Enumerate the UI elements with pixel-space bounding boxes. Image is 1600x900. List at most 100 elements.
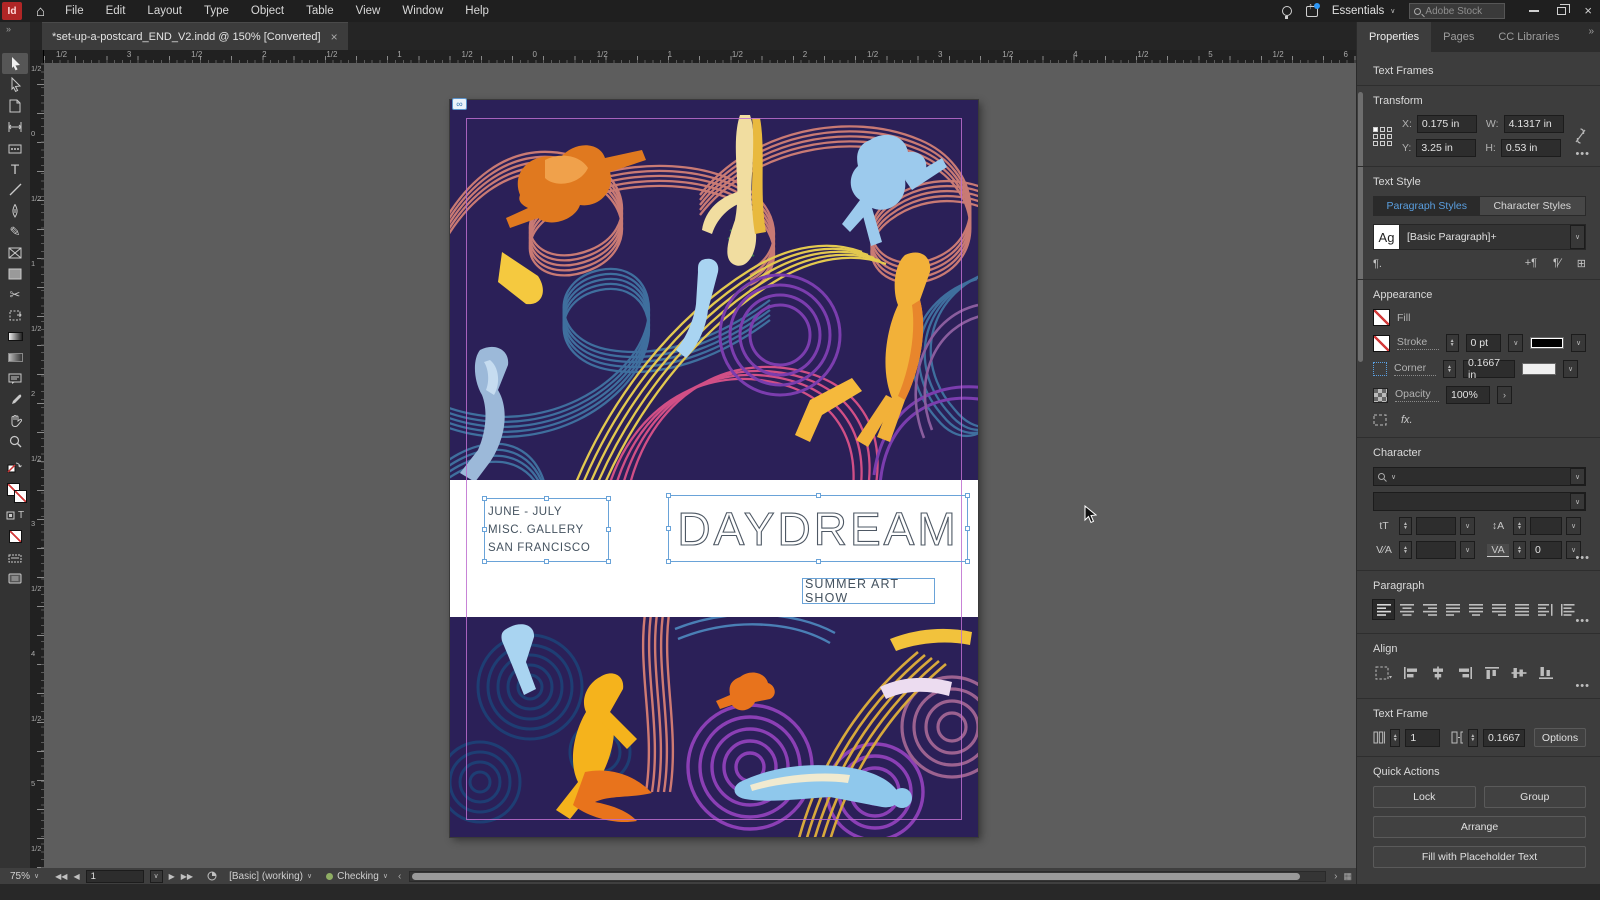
redefine-style-icon[interactable]: +¶ xyxy=(1525,257,1537,270)
frame-handle[interactable] xyxy=(544,496,549,501)
learn-bulb-icon[interactable] xyxy=(1281,6,1292,19)
transform-more-options[interactable]: ••• xyxy=(1575,148,1590,160)
menu-edit[interactable]: Edit xyxy=(106,5,126,17)
align-left-edges-button[interactable] xyxy=(1400,663,1421,682)
free-transform-tool[interactable] xyxy=(2,305,28,326)
menu-file[interactable]: File xyxy=(65,5,84,17)
frame-tool[interactable] xyxy=(2,242,28,263)
zoom-level-select[interactable]: 75% ∨ xyxy=(10,871,39,882)
stroke-type-swatch[interactable] xyxy=(1530,337,1565,349)
kerning-dropdown[interactable]: ∨ xyxy=(1460,541,1475,559)
align-horizontal-centers-button[interactable] xyxy=(1427,663,1448,682)
edit-style-icon[interactable]: ¶∕ xyxy=(1553,257,1561,270)
pen-tool[interactable] xyxy=(2,200,28,221)
reference-point-grid[interactable] xyxy=(1373,126,1392,146)
align-right-edges-button[interactable] xyxy=(1454,663,1475,682)
menu-help[interactable]: Help xyxy=(465,5,489,17)
screen-mode-icon[interactable] xyxy=(2,568,28,589)
corner-shape-dropdown[interactable]: ∨ xyxy=(1563,360,1578,378)
opacity-label[interactable]: Opacity xyxy=(1395,388,1439,402)
character-more-options[interactable]: ••• xyxy=(1575,552,1590,564)
tab-cc-libraries[interactable]: CC Libraries xyxy=(1486,22,1571,52)
align-towards-spine-button[interactable] xyxy=(1534,600,1555,619)
line-tool[interactable] xyxy=(2,179,28,200)
hand-tool[interactable] xyxy=(2,410,28,431)
fill-color-swatch[interactable] xyxy=(1373,309,1390,326)
frame-handle[interactable] xyxy=(965,559,970,564)
justify-all-button[interactable] xyxy=(1511,600,1532,619)
pencil-tool[interactable]: ✎ xyxy=(2,221,28,242)
frame-handle[interactable] xyxy=(816,559,821,564)
menu-type[interactable]: Type xyxy=(204,5,229,17)
font-family-dropdown[interactable]: ∨ ∨ xyxy=(1373,467,1586,486)
justify-left-button[interactable] xyxy=(1442,600,1463,619)
preflight-status[interactable]: Checking ∨ xyxy=(326,871,388,882)
window-minimize-button[interactable] xyxy=(1529,10,1540,12)
scroll-right-icon[interactable]: › xyxy=(1334,871,1337,882)
share-icon[interactable] xyxy=(1305,1,1320,17)
frame-handle[interactable] xyxy=(965,526,970,531)
gutter-stepper[interactable]: ▲ ▼ xyxy=(1467,728,1478,747)
menu-table[interactable]: Table xyxy=(306,5,334,17)
lock-button[interactable]: Lock xyxy=(1373,786,1476,808)
subtitle-text-frame[interactable]: SUMMER ART SHOW xyxy=(802,577,935,605)
leading-field[interactable] xyxy=(1530,517,1562,535)
frame-handle[interactable] xyxy=(965,493,970,498)
stroke-label[interactable]: Stroke xyxy=(1396,336,1439,350)
tracking-field[interactable]: 0 xyxy=(1530,541,1562,559)
venue-text[interactable]: JUNE - JULY MISC. GALLERY SAN FRANCISCO xyxy=(486,502,609,562)
stroke-weight-field[interactable]: 0 pt xyxy=(1465,334,1502,352)
columns-stepper[interactable]: ▲ ▼ xyxy=(1390,728,1401,747)
opacity-field[interactable]: 100% xyxy=(1446,386,1490,404)
stroke-type-dropdown[interactable]: ∨ xyxy=(1571,334,1587,352)
gradient-swatch-tool[interactable] xyxy=(2,326,28,347)
panel-overflow-chevrons[interactable]: » xyxy=(1588,26,1594,37)
new-style-icon[interactable]: ⊞ xyxy=(1577,257,1586,270)
text-frame-options-button[interactable]: Options xyxy=(1534,728,1586,747)
tab-pages[interactable]: Pages xyxy=(1431,22,1486,52)
gap-tool[interactable] xyxy=(2,116,28,137)
justify-center-button[interactable] xyxy=(1465,600,1486,619)
home-icon[interactable]: ⌂ xyxy=(36,3,45,20)
corner-radius-stepper[interactable]: ▲ ▼ xyxy=(1443,360,1456,378)
align-left-button[interactable] xyxy=(1372,599,1395,620)
title-text-frame[interactable]: DAYDREAM xyxy=(666,493,970,564)
effects-fx-icon[interactable]: fx. xyxy=(1401,414,1413,426)
direct-selection-tool[interactable] xyxy=(2,74,28,95)
note-tool[interactable] xyxy=(2,368,28,389)
formatting-affects-text-icon[interactable]: T xyxy=(18,510,24,521)
font-size-field[interactable] xyxy=(1416,517,1456,535)
page-tool[interactable] xyxy=(2,95,28,116)
group-button[interactable]: Group xyxy=(1483,786,1586,808)
frame-handle[interactable] xyxy=(666,559,671,564)
type-tool[interactable]: T xyxy=(2,158,28,179)
gradient-feather-tool[interactable] xyxy=(2,347,28,368)
rectangle-tool[interactable] xyxy=(2,263,28,284)
adobe-stock-search[interactable] xyxy=(1409,3,1506,19)
stroke-weight-dropdown[interactable]: ∨ xyxy=(1508,334,1524,352)
font-size-stepper[interactable]: ▲ ▼ xyxy=(1399,517,1412,535)
last-page-button[interactable]: ▶▶ xyxy=(181,872,193,881)
w-field[interactable]: 4.1317 in xyxy=(1503,115,1564,133)
align-more-options[interactable]: ••• xyxy=(1575,680,1590,692)
view-options-icon[interactable] xyxy=(2,547,28,568)
kerning-stepper[interactable]: ▲ ▼ xyxy=(1399,541,1412,559)
frame-effects-icon[interactable] xyxy=(1373,414,1387,426)
apply-none-swatch[interactable] xyxy=(2,526,28,547)
indesign-logo-icon[interactable]: Id xyxy=(2,2,22,20)
horizontal-scrollbar[interactable] xyxy=(409,870,1327,882)
align-bottom-edges-button[interactable] xyxy=(1535,663,1556,682)
formatting-affects-container-icon[interactable] xyxy=(6,511,15,520)
character-styles-tab[interactable]: Character Styles xyxy=(1479,197,1585,215)
scroll-left-icon[interactable]: ‹ xyxy=(398,871,401,882)
frame-handle[interactable] xyxy=(666,526,671,531)
ruler-origin-corner[interactable] xyxy=(30,50,44,63)
kerning-field[interactable] xyxy=(1416,541,1456,559)
frame-handle[interactable] xyxy=(816,493,821,498)
align-vertical-centers-button[interactable] xyxy=(1508,663,1529,682)
stroke-color-swatch[interactable] xyxy=(1373,334,1390,352)
toolbar-overflow-chevrons[interactable]: » xyxy=(0,22,30,50)
paragraph-style-dropdown[interactable]: Ag [Basic Paragraph]+ ∨ xyxy=(1373,224,1586,250)
align-top-edges-button[interactable] xyxy=(1481,663,1502,682)
x-field[interactable]: 0.175 in xyxy=(1416,115,1477,133)
